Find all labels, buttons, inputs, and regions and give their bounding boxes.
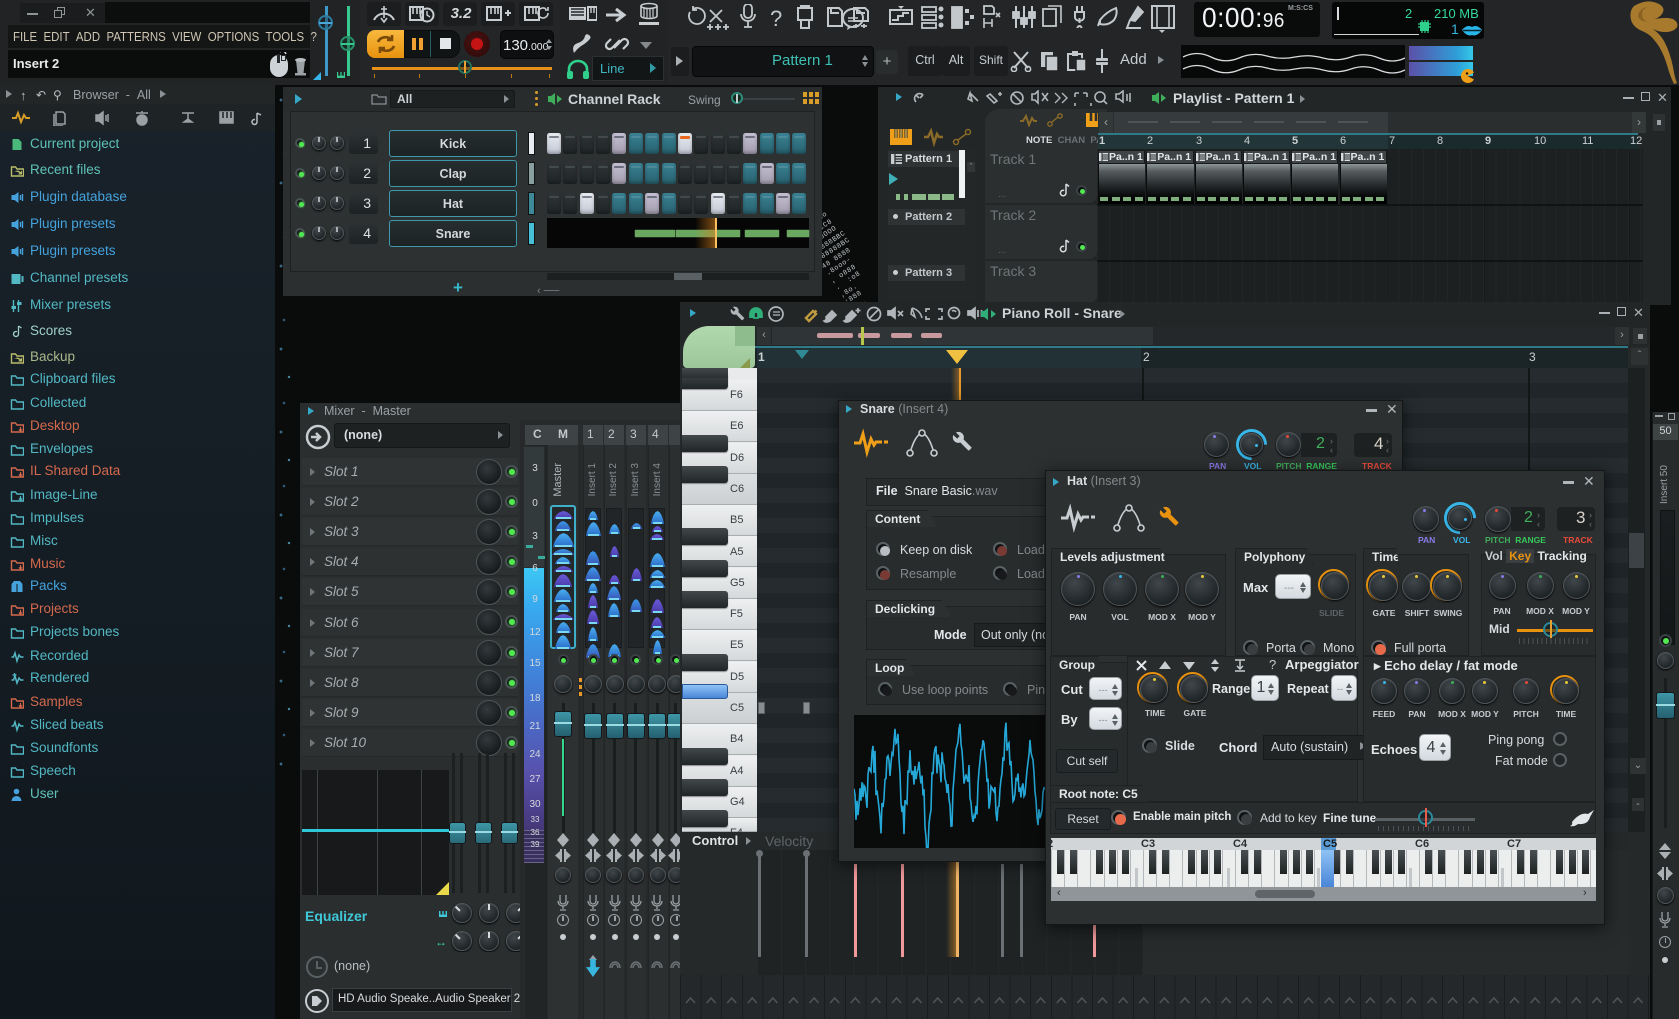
svg-text:?: ? bbox=[770, 6, 782, 31]
